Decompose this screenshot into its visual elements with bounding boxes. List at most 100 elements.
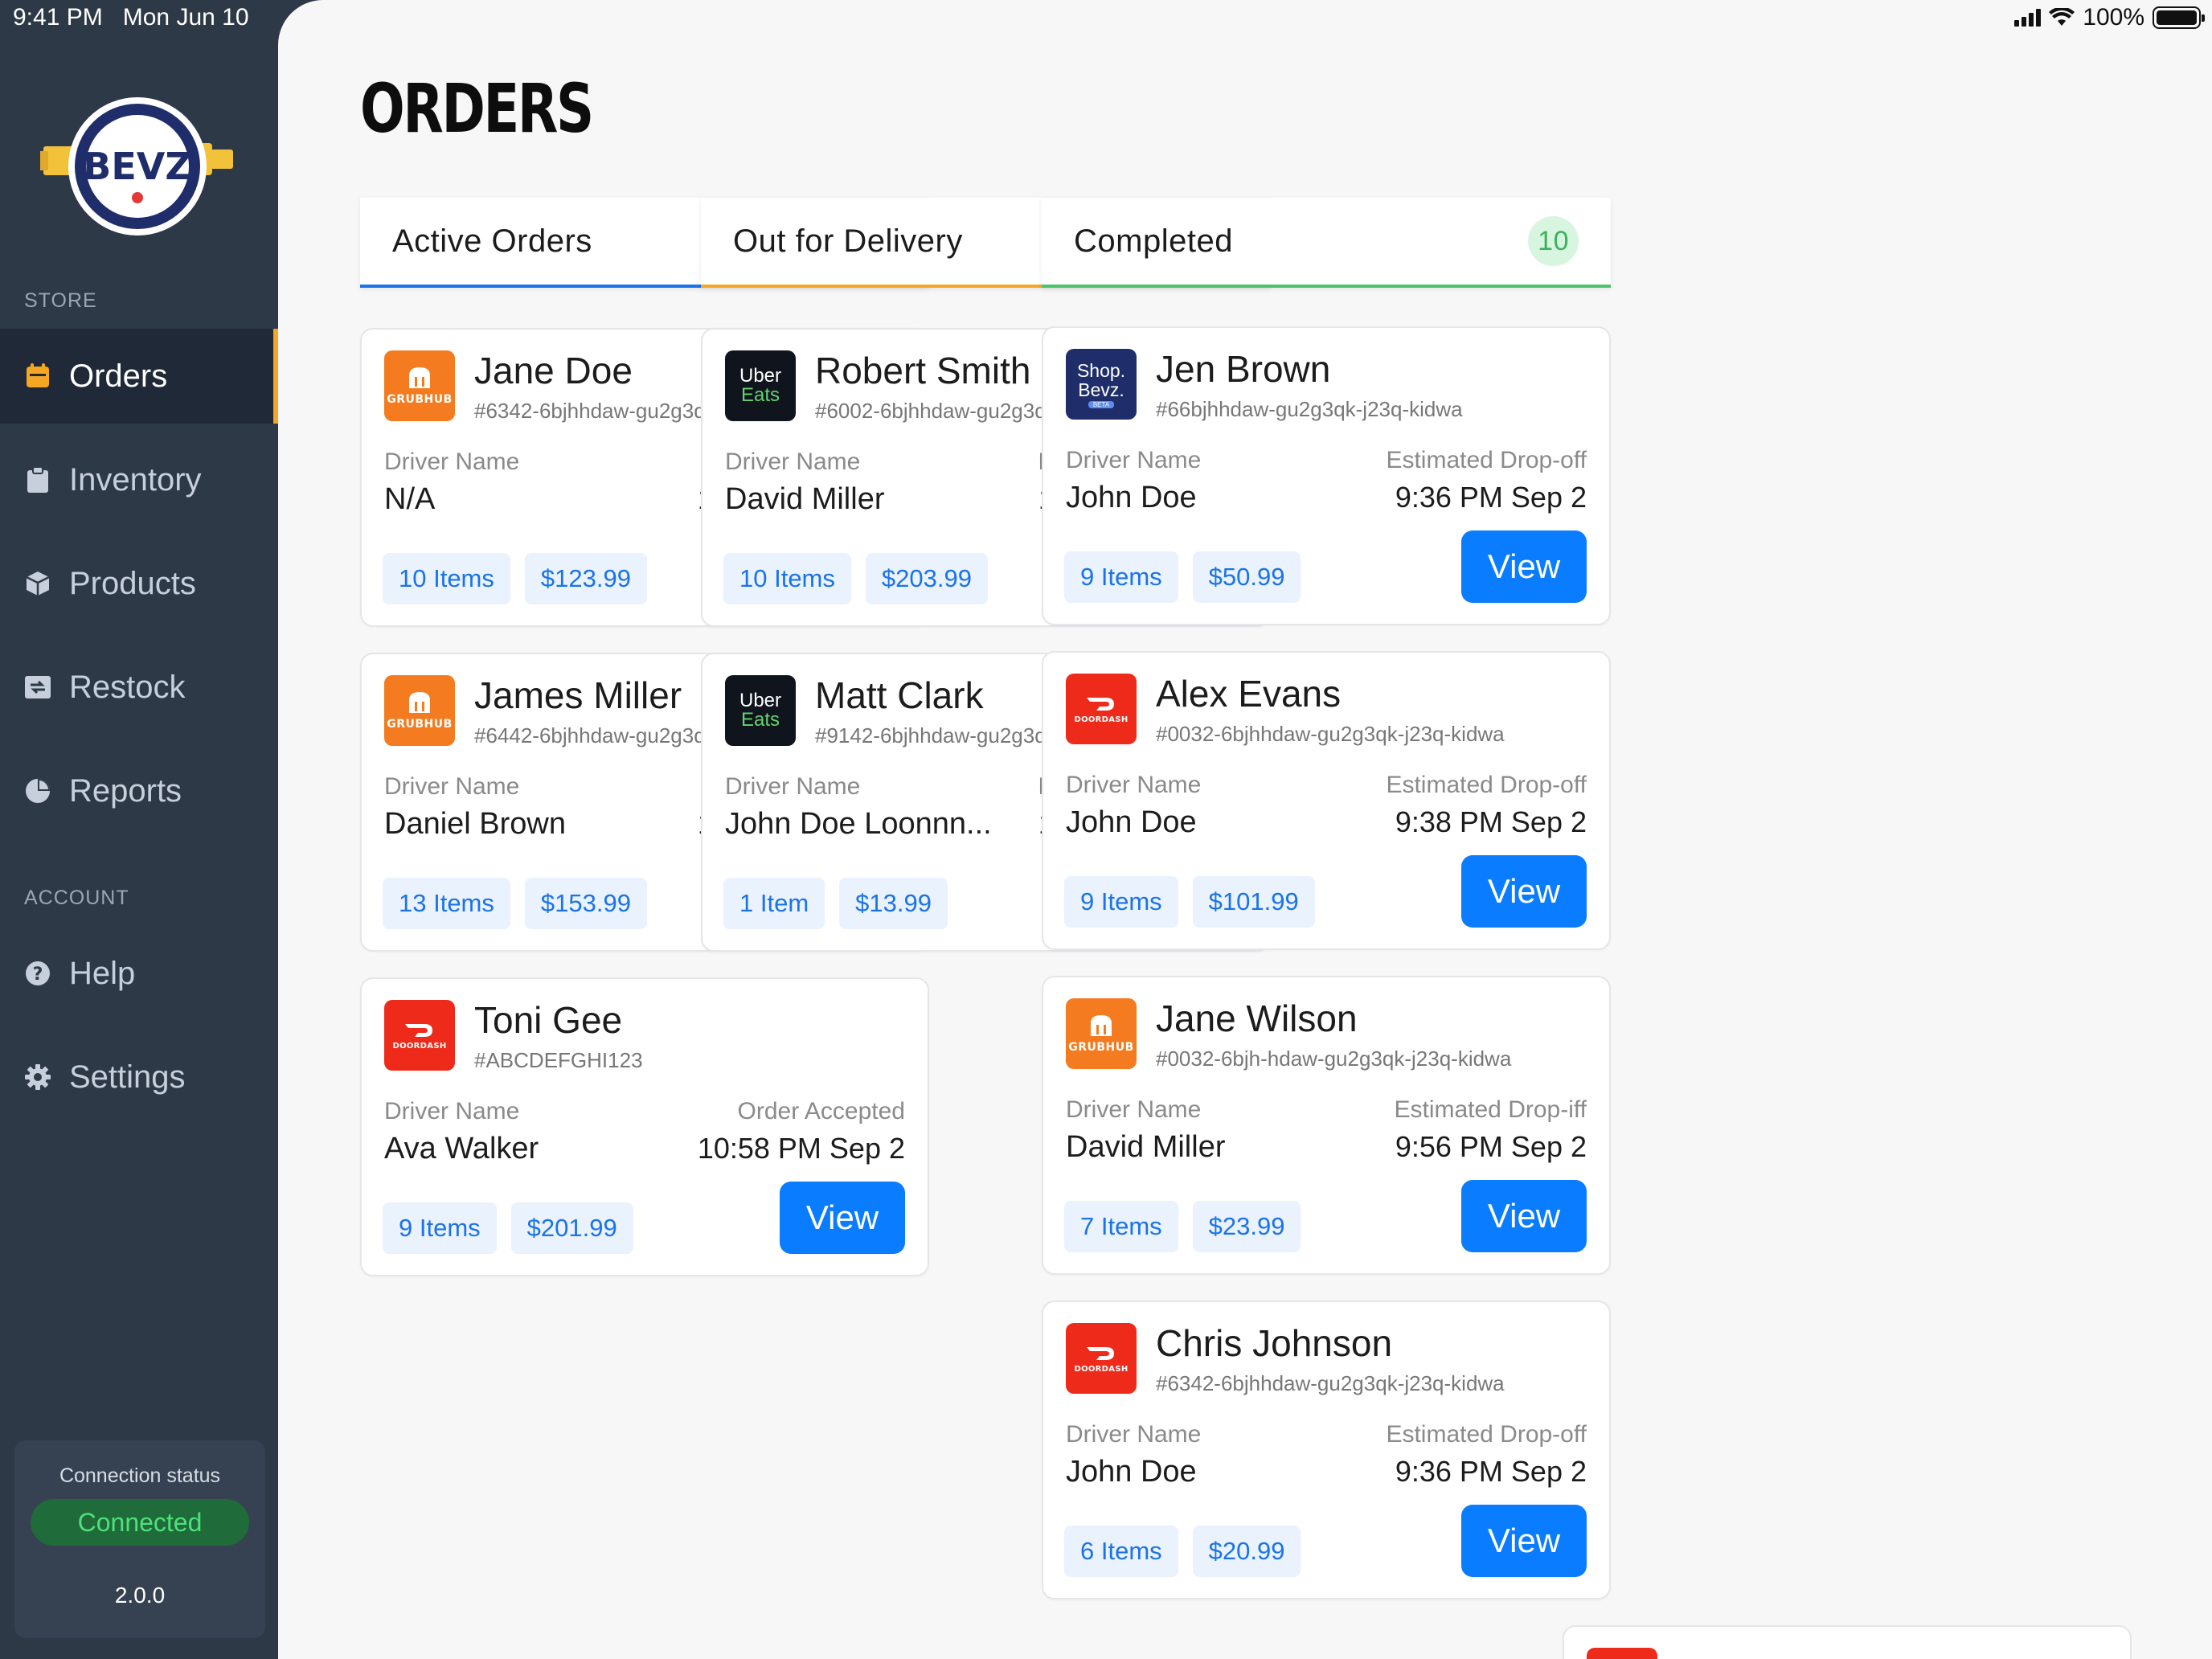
time-label: Order Accepted xyxy=(737,1098,905,1124)
customer-name: Robert Smith xyxy=(815,350,1031,391)
column-title: Out for Delivery xyxy=(733,223,963,259)
driver-name: John Doe Loonnn... xyxy=(725,807,992,841)
bevz-logo: BEVZ xyxy=(40,97,233,236)
signal-icon xyxy=(2014,9,2042,27)
driver-name: John Doe xyxy=(1066,481,1197,514)
order-total-badge: $20.99 xyxy=(1192,1526,1301,1577)
order-total-badge: $201.99 xyxy=(510,1202,633,1254)
sidebar-item-inventory[interactable]: Inventory xyxy=(0,432,278,527)
items-count-badge: 6 Items xyxy=(1064,1526,1178,1577)
connection-status-label: Connection status xyxy=(59,1464,221,1487)
account-section-label: ACCOUNT xyxy=(24,887,129,909)
box-icon xyxy=(24,570,51,597)
sidebar-item-help[interactable]: ? Help xyxy=(0,926,278,1021)
customer-name: Alex Evans xyxy=(1156,673,1342,715)
driver-label: Driver Name xyxy=(725,449,861,475)
column-title: Active Orders xyxy=(392,223,592,259)
order-total-badge: $153.99 xyxy=(524,878,647,929)
sidebar-item-products[interactable]: Products xyxy=(0,536,278,631)
driver-label: Driver Name xyxy=(725,773,861,800)
time-label: Estimated Drop-iff xyxy=(1394,1096,1587,1123)
order-total-badge: $50.99 xyxy=(1192,551,1301,603)
order-total-badge: $23.99 xyxy=(1192,1201,1301,1252)
order-total-badge: $203.99 xyxy=(865,553,988,604)
wifi-icon xyxy=(2049,8,2075,26)
driver-label: Driver Name xyxy=(1066,447,1202,473)
items-count-badge: 10 Items xyxy=(723,553,851,604)
driver-label: Driver Name xyxy=(384,773,520,800)
grubhub-logo-icon: GRUBHUB xyxy=(384,675,455,746)
grubhub-logo-icon: GRUBHUB xyxy=(1066,998,1137,1069)
sidebar-item-label: Products xyxy=(69,565,196,601)
order-total-badge: $123.99 xyxy=(524,553,647,604)
driver-name: John Doe xyxy=(1066,1455,1197,1489)
ubereats-logo-icon: Uber Eats xyxy=(725,350,796,421)
view-order-button[interactable]: View xyxy=(1461,1180,1587,1252)
order-card-partial[interactable] xyxy=(1563,1625,2132,1659)
driver-label: Driver Name xyxy=(384,1098,520,1124)
shopbevz-logo-icon: Shop. Bevz. BETA xyxy=(1066,349,1137,420)
help-icon: ? xyxy=(24,960,51,987)
sidebar-item-label: Orders xyxy=(69,358,168,394)
sidebar: BEVZ STORE Orders Inventory Products Res… xyxy=(0,0,278,1659)
ubereats-logo-icon: Uber Eats xyxy=(725,675,796,746)
connection-status-panel: Connection status Connected 2.0.0 xyxy=(14,1440,265,1638)
view-order-button[interactable]: View xyxy=(1461,1505,1587,1577)
view-order-button[interactable]: View xyxy=(1461,855,1587,928)
column-count-badge: 10 xyxy=(1528,216,1579,266)
driver-name: N/A xyxy=(384,482,436,516)
time-value: 9:36 PM Sep 2 xyxy=(1395,481,1587,514)
sidebar-item-orders[interactable]: Orders xyxy=(0,329,278,424)
battery-percentage: 100% xyxy=(2083,4,2144,31)
sidebar-item-settings[interactable]: Settings xyxy=(0,1030,278,1124)
sidebar-item-label: Help xyxy=(69,955,136,991)
column-title: Completed xyxy=(1074,223,1233,259)
customer-name: Jane Doe xyxy=(474,350,633,391)
order-card[interactable]: DOORDASH Chris Johnson #6342-6bjhhdaw-gu2g… xyxy=(1042,1301,1611,1600)
driver-label: Driver Name xyxy=(1066,1096,1202,1123)
customer-name: James Miller xyxy=(474,674,682,716)
sidebar-item-label: Reports xyxy=(69,772,182,809)
items-count-badge: 9 Items xyxy=(383,1202,497,1254)
order-id: #6342-6bjhhdaw-gu2g3qk-j23q-kidwa xyxy=(1156,1371,1505,1395)
items-count-badge: 13 Items xyxy=(383,878,510,929)
page-title: ORDERS xyxy=(360,69,594,148)
order-id: #66bjhhdaw-gu2g3qk-j23q-kidwa xyxy=(1156,397,1463,421)
order-card[interactable]: Shop. Bevz. BETA Jen Brown #66bjhhdaw-gu2g3q… xyxy=(1042,326,1611,625)
status-bar-indicators: 100% xyxy=(2014,2,2205,34)
customer-name: Jen Brown xyxy=(1156,348,1331,390)
clipboard-icon xyxy=(24,466,51,494)
doordash-logo-icon xyxy=(1587,1648,1657,1659)
view-order-button[interactable]: View xyxy=(1461,530,1587,603)
gear-icon xyxy=(24,1063,51,1091)
customer-name: Matt Clark xyxy=(815,674,984,716)
customer-name: Jane Wilson xyxy=(1156,997,1358,1039)
column-header-completed[interactable]: Completed 10 xyxy=(1042,198,1611,288)
driver-label: Driver Name xyxy=(1066,1421,1202,1448)
main-content: ORDERS Active Orders2GRUBHUBJane Doe#634… xyxy=(278,0,2212,1659)
order-total-badge: $13.99 xyxy=(839,878,948,929)
driver-label: Driver Name xyxy=(1066,772,1202,798)
time-value: 9:38 PM Sep 2 xyxy=(1395,805,1587,838)
driver-name: John Doe xyxy=(1066,805,1197,839)
order-card[interactable]: DOORDASH Toni Gee #ABCDEFGHI123 Driver Name… xyxy=(360,977,929,1276)
battery-icon xyxy=(2153,6,2205,29)
pie-chart-icon xyxy=(24,777,51,805)
order-total-badge: $101.99 xyxy=(1192,876,1315,928)
order-card[interactable]: GRUBHUB Jane Wilson #0032-6bjh-hdaw-gu2g3q… xyxy=(1042,976,1611,1275)
driver-name: David Miller xyxy=(725,482,885,516)
items-count-badge: 9 Items xyxy=(1064,876,1178,928)
doordash-logo-icon: DOORDASH xyxy=(1066,1323,1137,1394)
items-count-badge: 7 Items xyxy=(1064,1201,1178,1252)
time-label: Estimated Drop-off xyxy=(1386,447,1587,473)
time-value: 10:58 PM Sep 2 xyxy=(697,1132,905,1165)
app-version: 2.0.0 xyxy=(114,1583,166,1608)
time-value: 9:56 PM Sep 2 xyxy=(1395,1130,1587,1163)
orders-icon xyxy=(24,363,51,390)
order-card[interactable]: DOORDASH Alex Evans #0032-6bjhhdaw-gu2g3qk… xyxy=(1042,651,1611,950)
sidebar-item-reports[interactable]: Reports xyxy=(0,743,278,838)
sidebar-item-restock[interactable]: Restock xyxy=(0,640,278,735)
items-count-badge: 10 Items xyxy=(383,553,510,604)
view-order-button[interactable]: View xyxy=(780,1182,905,1254)
order-id: #0032-6bjhhdaw-gu2g3qk-j23q-kidwa xyxy=(1156,722,1505,746)
